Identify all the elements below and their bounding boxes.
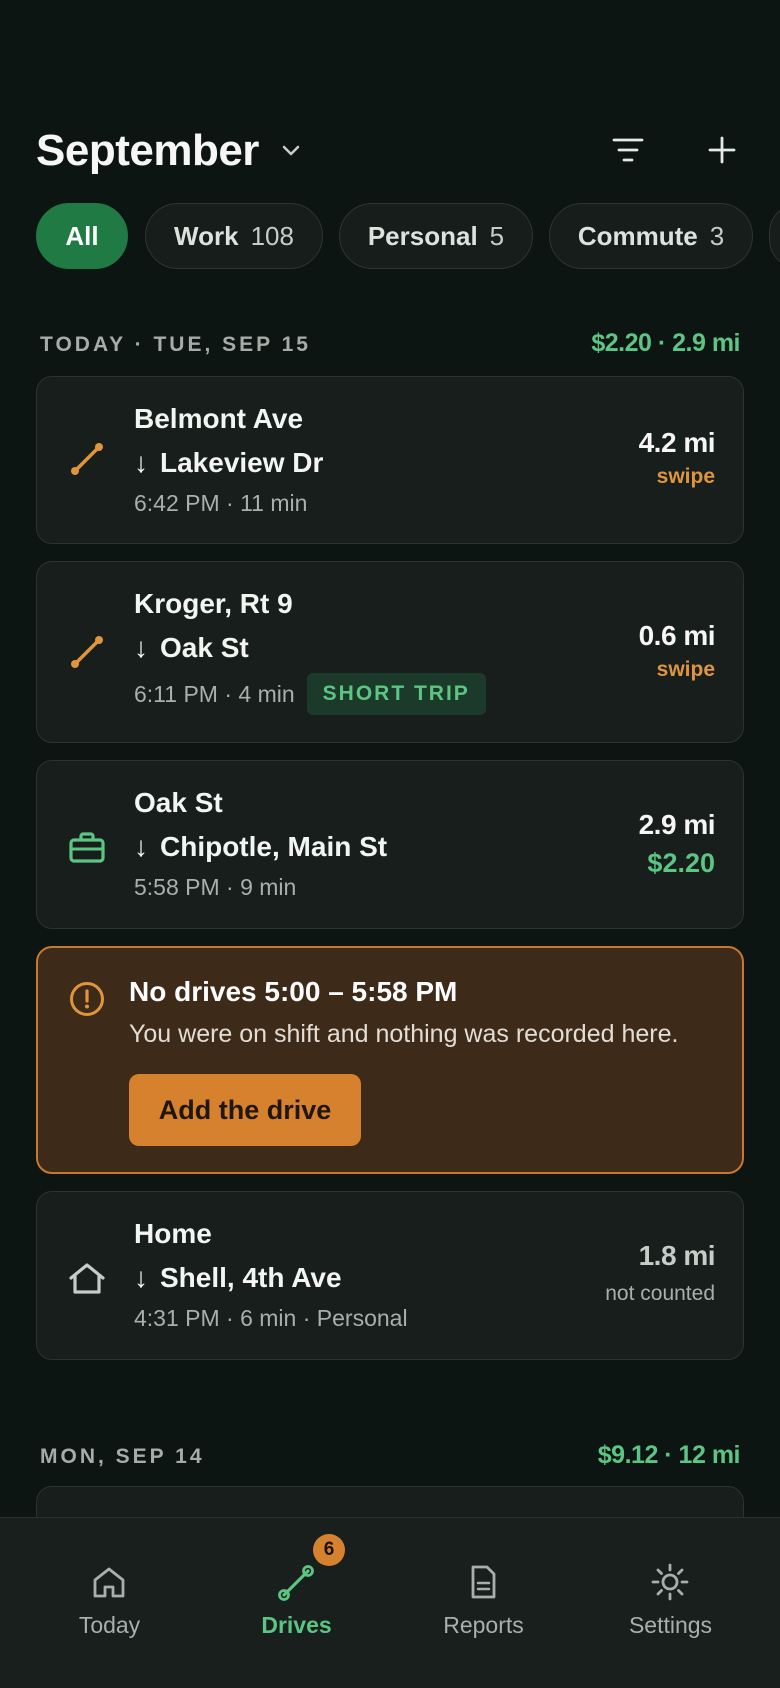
month-title[interactable]: September (36, 126, 259, 176)
drive-card[interactable]: Kroger, Rt 9 ↓ Oak St 6:11 PM · 4 min SHOR… (36, 561, 744, 743)
missing-drive-alert: No drives 5:00 – 5:58 PM You were on shi… (36, 946, 744, 1174)
tab-label: Reports (443, 1612, 524, 1638)
tab-label: Settings (628, 1612, 713, 1638)
chip-all[interactable]: All (36, 203, 128, 269)
drives-count-badge: 6 (313, 1534, 345, 1566)
chip-personal[interactable]: Personal 5 (339, 203, 533, 269)
drive-meta-text: 6:11 PM · 4 min (134, 681, 295, 708)
chip-label: All (65, 220, 99, 251)
drive-meta: 4:31 PM · 6 min · Personal (134, 1305, 408, 1331)
home-icon (69, 1263, 105, 1294)
arrow-down-icon: ↓ (134, 447, 148, 478)
drive-origin: Kroger, Rt 9 (134, 588, 293, 619)
filter-button[interactable] (608, 130, 648, 170)
drive-destination: ↓ Chipotle, Main St (134, 831, 387, 863)
route-icon (278, 1565, 314, 1601)
chip-label: Work (174, 220, 239, 251)
drive-card[interactable]: Oak St ↓ Chipotle, Main St 5:58 PM · 9 mi… (36, 760, 744, 929)
section-date: MON, SEP 14 (40, 1445, 205, 1468)
drive-destination: ↓ Shell, 4th Ave (134, 1262, 342, 1294)
drive-card[interactable]: Belmont Ave ↓ Lakeview Dr 6:42 PM · 11 mi… (36, 376, 744, 544)
drive-origin: Belmont Ave (134, 403, 304, 434)
drive-origin: Oak St (134, 787, 223, 818)
header: September (36, 122, 744, 182)
chevron-down-icon[interactable] (276, 136, 306, 166)
drive-status: not counted (605, 1282, 715, 1305)
tab-label: Drives (261, 1612, 332, 1638)
drive-distance: 2.9 mi (638, 809, 716, 840)
chip-commute[interactable]: Commute 3 (549, 203, 753, 269)
tab-drives[interactable]: Drives (199, 1518, 394, 1688)
drive-destination-label: Oak St (160, 632, 249, 663)
drive-earnings: $2.20 (647, 848, 715, 878)
home-icon (93, 1567, 125, 1598)
drive-destination-label: Shell, 4th Ave (160, 1262, 342, 1293)
tab-settings[interactable]: Settings (573, 1518, 768, 1688)
section-date: TODAY · TUE, SEP 15 (40, 333, 311, 356)
chip-label: Commute (577, 220, 698, 251)
drive-meta: 6:11 PM · 4 min SHORT TRIP (134, 673, 486, 717)
alert-text: You were on shift and nothing was record… (129, 1020, 679, 1048)
arrow-down-icon: ↓ (134, 632, 148, 663)
route-icon (71, 443, 103, 475)
drive-swipe-hint: swipe (656, 658, 715, 681)
drive-meta: 6:42 PM · 11 min (134, 490, 308, 516)
section-header-sep-14: MON, SEP 14 $9.12 · 12 mi (40, 1441, 741, 1475)
arrow-down-icon: ↓ (134, 1262, 148, 1293)
drive-destination-label: Lakeview Dr (160, 447, 324, 478)
arrow-down-icon: ↓ (134, 831, 148, 862)
tab-today[interactable]: Today (12, 1518, 207, 1688)
tab-reports[interactable]: Reports (386, 1518, 581, 1688)
drive-destination-label: Chipotle, Main St (160, 831, 388, 862)
drive-destination: ↓ Oak St (134, 632, 249, 664)
drive-destination: ↓ Lakeview Dr (134, 447, 323, 479)
briefcase-icon (69, 832, 105, 863)
tab-label: Today (78, 1612, 141, 1638)
chip-label: Personal (367, 220, 478, 251)
drive-distance: 0.6 mi (638, 620, 716, 651)
gear-icon (651, 1563, 689, 1601)
drive-card[interactable]: Home ↓ Shell, 4th Ave 4:31 PM · 6 min · P… (36, 1191, 744, 1360)
section-summary: $9.12 · 12 mi (597, 1441, 741, 1469)
drive-distance: 4.2 mi (638, 427, 716, 458)
drive-meta: 5:58 PM · 9 min (134, 874, 297, 900)
filter-icon (612, 138, 644, 162)
document-icon (471, 1565, 496, 1599)
alert-circle-icon (70, 982, 104, 1016)
chip-count: 3 (709, 220, 725, 251)
chip-more[interactable] (769, 203, 780, 269)
route-icon (71, 636, 103, 668)
section-header-today: TODAY · TUE, SEP 15 $2.20 · 2.9 mi (40, 329, 740, 363)
tab-bar: Today Drives Reports Settings (0, 1517, 780, 1688)
drive-swipe-hint: swipe (656, 465, 715, 488)
short-trip-badge: SHORT TRIP (306, 673, 486, 715)
drive-origin: Home (134, 1218, 212, 1249)
chip-work[interactable]: Work 108 (145, 203, 323, 269)
filter-chips: All Work 108 Personal 5 Commute 3 (36, 203, 780, 273)
drive-distance: 1.8 mi (638, 1240, 716, 1271)
chip-count: 108 (250, 220, 294, 251)
add-the-drive-button[interactable]: Add the drive (129, 1074, 361, 1146)
add-drive-button[interactable] (702, 130, 742, 170)
chip-count: 5 (489, 220, 505, 251)
alert-title: No drives 5:00 – 5:58 PM (129, 976, 458, 1007)
section-summary: $2.20 · 2.9 mi (591, 329, 740, 357)
plus-icon (708, 136, 736, 164)
